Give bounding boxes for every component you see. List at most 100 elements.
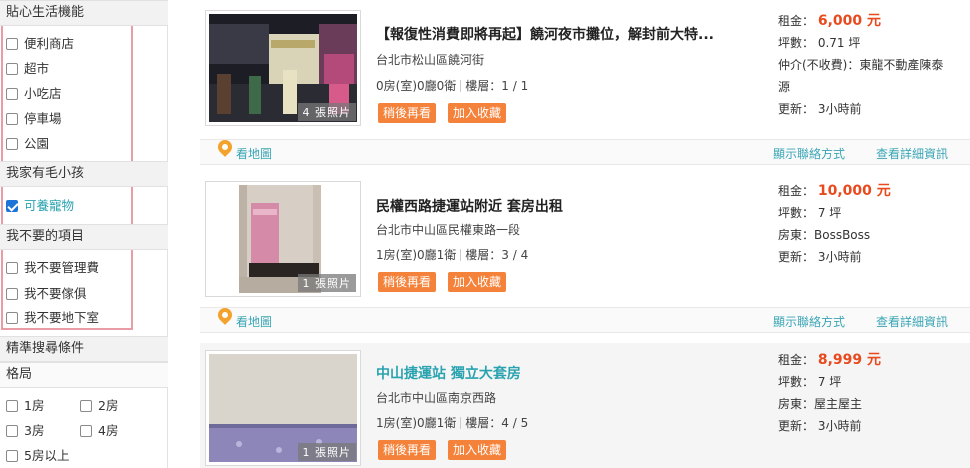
rent-label: 租金：: [778, 353, 815, 367]
listing-rooms: 0房(室)0廳0衛: [376, 79, 457, 93]
view-later-button[interactable]: 稍後再看: [378, 440, 437, 460]
checkbox-label: 3房: [24, 423, 45, 438]
add-favorite-button[interactable]: 加入收藏: [448, 440, 507, 460]
area-row: 坪數： 7 坪: [778, 206, 842, 220]
listing-title[interactable]: 中山捷運站 獨立大套房: [376, 363, 521, 383]
checkbox-label: 可養寵物: [24, 198, 75, 213]
updated-row: 更新： 3小時前: [778, 102, 862, 116]
rent-row: 租金： 6,000 元: [778, 10, 968, 32]
listing-floor: 樓層：3 / 4: [465, 248, 529, 262]
listing-photo[interactable]: 1 張照片: [205, 181, 361, 297]
checkbox[interactable]: [80, 400, 92, 412]
filter-snack-shop[interactable]: 小吃店: [6, 84, 62, 104]
checkbox[interactable]: [6, 63, 18, 75]
section-title-precise-search: 精準搜尋條件: [0, 336, 168, 362]
updated-row: 更新： 3小時前: [778, 250, 862, 264]
filter-parking[interactable]: 停車場: [6, 109, 62, 129]
view-later-button[interactable]: 稍後再看: [378, 272, 437, 292]
listing-address: 台北市松山區饒河街: [376, 53, 485, 67]
listing-rooms: 1房(室)0廳1衛: [376, 416, 457, 430]
view-detail-link[interactable]: 查看詳細資訊: [876, 145, 948, 162]
filter-no-basement[interactable]: 我不要地下室: [6, 308, 99, 328]
checkbox-label: 超市: [24, 61, 50, 76]
section-title-pets: 我家有毛小孩: [0, 161, 168, 187]
filter-park[interactable]: 公園: [6, 134, 49, 154]
checkbox-label: 小吃店: [24, 86, 62, 101]
add-favorite-button[interactable]: 加入收藏: [448, 272, 507, 292]
listing-info: 租金： 10,000 元 坪數： 7 坪 房東：BossBoss 更新： 3小時…: [778, 180, 968, 268]
checkbox[interactable]: [6, 113, 18, 125]
filter-supermarket[interactable]: 超市: [6, 59, 49, 79]
listing-address: 台北市中山區南京西路: [376, 391, 497, 405]
checkbox-label: 4房: [98, 423, 119, 438]
photo-count: 4 張照片: [297, 103, 356, 121]
checkbox[interactable]: [6, 450, 18, 462]
rent-price: 10,000 元: [817, 183, 891, 199]
agent-row: 仲介(不收費)：東龍不動產陳泰: [778, 58, 944, 72]
filter-pets-allowed[interactable]: 可養寵物: [6, 196, 74, 216]
checkbox-checked[interactable]: [6, 200, 18, 212]
checkbox[interactable]: [6, 38, 18, 50]
filter-no-furniture[interactable]: 我不要傢俱: [6, 284, 87, 304]
listing-title[interactable]: 【報復性消費即將再起】饒河夜市攤位，解封前大特...: [376, 24, 714, 44]
listing-address: 台北市中山區民權東路一段: [376, 223, 521, 237]
filter-layout-4[interactable]: 4房: [80, 421, 118, 441]
rent-label: 租金：: [778, 184, 815, 198]
agent-row-cont: 源: [778, 80, 791, 94]
listing-floor: 樓層：1 / 1: [465, 79, 529, 93]
checkbox-label: 便利商店: [24, 36, 75, 51]
view-later-button[interactable]: 稍後再看: [378, 103, 437, 123]
listing-meta: 1房(室)0廳1衛 樓層：3 / 4: [376, 246, 528, 263]
checkbox[interactable]: [6, 88, 18, 100]
photo-count: 1 張照片: [297, 274, 356, 292]
checkbox-label: 1房: [24, 398, 45, 413]
filter-layout-5plus[interactable]: 5房以上: [6, 446, 69, 466]
checkbox[interactable]: [6, 262, 18, 274]
section-title-exclusions: 我不要的項目: [0, 224, 168, 250]
listing-info: 租金： 6,000 元 坪數： 0.71 坪 仲介(不收費)：東龍不動產陳泰 源…: [778, 10, 968, 120]
listing-action-bar: 看地圖 顯示聯絡方式 查看詳細資訊: [200, 305, 970, 333]
checkbox[interactable]: [80, 425, 92, 437]
listing-photo[interactable]: 4 張照片: [205, 10, 361, 126]
checkbox[interactable]: [6, 312, 18, 324]
landlord-row: 房東：屋主屋主: [778, 397, 863, 411]
checkbox-label: 公園: [24, 136, 50, 151]
landlord-row: 房東：BossBoss: [778, 228, 871, 242]
checkbox[interactable]: [6, 425, 18, 437]
area-row: 坪數： 0.71 坪: [778, 36, 861, 50]
filter-layout-1[interactable]: 1房: [6, 396, 44, 416]
checkbox[interactable]: [6, 288, 18, 300]
checkbox[interactable]: [6, 138, 18, 150]
section-title-layout: 格局: [0, 362, 168, 388]
view-map-link[interactable]: 看地圖: [236, 145, 272, 162]
rent-price: 8,999 元: [817, 352, 882, 368]
listing-meta: 0房(室)0廳0衛 樓層：1 / 1: [376, 77, 528, 94]
listing-card: 1 張照片 民權西路捷運站附近 套房出租 台北市中山區民權東路一段 1房(室)0…: [200, 166, 970, 336]
section-title-life-functions: 貼心生活機能: [0, 0, 168, 26]
listing-card: 1 張照片 中山捷運站 獨立大套房 台北市中山區南京西路 1房(室)0廳1衛 樓層…: [200, 343, 970, 468]
add-favorite-button[interactable]: 加入收藏: [448, 103, 507, 123]
updated-row: 更新： 3小時前: [778, 419, 862, 433]
checkbox-label: 2房: [98, 398, 119, 413]
area-row: 坪數： 7 坪: [778, 375, 842, 389]
listing-title[interactable]: 民權西路捷運站附近 套房出租: [376, 196, 563, 216]
view-detail-link[interactable]: 查看詳細資訊: [876, 313, 948, 330]
show-contact-link[interactable]: 顯示聯絡方式: [773, 313, 845, 330]
filter-no-management-fee[interactable]: 我不要管理費: [6, 258, 99, 278]
view-map-link[interactable]: 看地圖: [236, 313, 272, 330]
listing-photo[interactable]: 1 張照片: [205, 350, 361, 466]
listing-floor: 樓層：4 / 5: [465, 416, 529, 430]
show-contact-link[interactable]: 顯示聯絡方式: [773, 145, 845, 162]
filter-layout-2[interactable]: 2房: [80, 396, 118, 416]
map-pin-icon: [215, 305, 235, 325]
filter-sidebar: 貼心生活機能 便利商店 超市 小吃店 停車場 公園 我家有毛小孩 可養寵物 我不…: [0, 0, 168, 468]
filter-layout-3[interactable]: 3房: [6, 421, 44, 441]
checkbox-label: 我不要傢俱: [24, 286, 87, 301]
rent-label: 租金：: [778, 14, 815, 28]
listing-action-bar: 看地圖 顯示聯絡方式 查看詳細資訊: [200, 137, 970, 165]
filter-convenience-store[interactable]: 便利商店: [6, 34, 74, 54]
listing-rooms: 1房(室)0廳1衛: [376, 248, 457, 262]
listing-card: 4 張照片 【報復性消費即將再起】饒河夜市攤位，解封前大特... 台北市松山區饒…: [200, 0, 970, 166]
rent-price: 6,000 元: [817, 13, 882, 29]
checkbox[interactable]: [6, 400, 18, 412]
